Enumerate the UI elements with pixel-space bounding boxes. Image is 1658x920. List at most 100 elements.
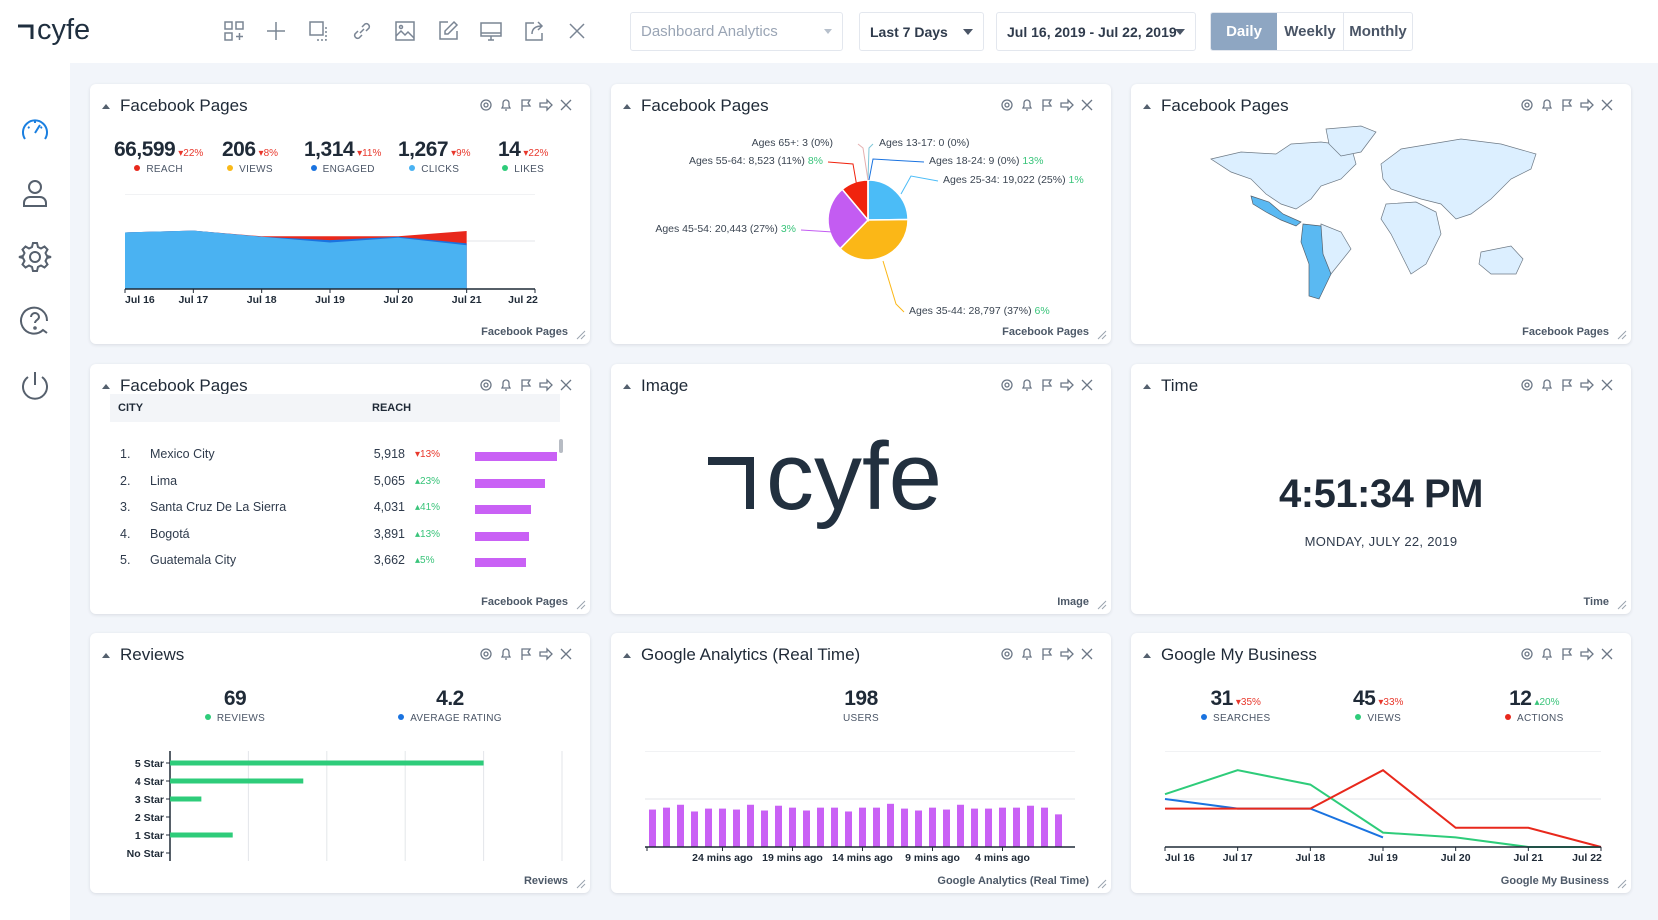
move-arrow-icon[interactable] — [1059, 377, 1075, 393]
gear-icon[interactable] — [478, 646, 494, 662]
collapse-caret-icon[interactable] — [1143, 103, 1151, 109]
date-range-select[interactable]: Jul 16, 2019 - Jul 22, 2019 — [996, 12, 1196, 51]
resize-handle-icon[interactable] — [1096, 329, 1107, 340]
close-dashboard-icon[interactable] — [564, 18, 590, 44]
range-select[interactable]: Last 7 Days — [859, 12, 984, 51]
close-icon[interactable] — [1599, 646, 1615, 662]
period-weekly-button[interactable]: Weekly — [1277, 13, 1344, 50]
resize-handle-icon[interactable] — [1616, 329, 1627, 340]
gear-icon[interactable] — [999, 377, 1015, 393]
column-header-city[interactable]: CITY — [118, 402, 143, 414]
bell-icon[interactable] — [1539, 646, 1555, 662]
flag-icon[interactable] — [518, 97, 534, 113]
resize-handle-icon[interactable] — [575, 599, 586, 610]
gear-icon[interactable] — [999, 97, 1015, 113]
bell-icon[interactable] — [1539, 97, 1555, 113]
table-row[interactable]: 2. Lima 5,065 ▴23% — [110, 469, 560, 495]
gear-icon[interactable] — [999, 646, 1015, 662]
bell-icon[interactable] — [1539, 377, 1555, 393]
table-row[interactable]: 3. Santa Cruz De La Sierra 4,031 ▴41% — [110, 495, 560, 521]
bell-icon[interactable] — [1019, 377, 1035, 393]
close-icon[interactable] — [558, 377, 574, 393]
edit-icon[interactable] — [435, 18, 461, 44]
flag-icon[interactable] — [1039, 646, 1055, 662]
gear-icon[interactable] — [17, 239, 53, 275]
gear-icon[interactable] — [478, 377, 494, 393]
collapse-caret-icon[interactable] — [102, 383, 110, 389]
kpi-label: ENGAGED — [322, 164, 375, 175]
bell-icon[interactable] — [1019, 97, 1035, 113]
resize-handle-icon[interactable] — [1616, 599, 1627, 610]
collapse-caret-icon[interactable] — [1143, 652, 1151, 658]
table-row[interactable]: 1. Mexico City 5,918 ▾13% — [110, 442, 560, 468]
x-tick-label: Jul 18 — [1295, 852, 1325, 864]
move-arrow-icon[interactable] — [1059, 97, 1075, 113]
move-arrow-icon[interactable] — [1059, 646, 1075, 662]
link-icon[interactable] — [349, 18, 375, 44]
user-icon[interactable] — [17, 175, 53, 211]
resize-handle-icon[interactable] — [575, 329, 586, 340]
close-icon[interactable] — [1079, 377, 1095, 393]
flag-icon[interactable] — [1559, 646, 1575, 662]
resize-handle-icon[interactable] — [1096, 599, 1107, 610]
close-icon[interactable] — [558, 97, 574, 113]
close-icon[interactable] — [1079, 97, 1095, 113]
duplicate-icon[interactable] — [306, 18, 332, 44]
column-header-reach[interactable]: REACH — [372, 402, 411, 414]
plus-icon[interactable] — [263, 18, 289, 44]
move-arrow-icon[interactable] — [1579, 97, 1595, 113]
share-icon[interactable] — [521, 18, 547, 44]
bell-icon[interactable] — [498, 377, 514, 393]
period-daily-button[interactable]: Daily — [1211, 13, 1277, 50]
cyfe-logo[interactable]: cyfe — [16, 6, 108, 56]
close-icon[interactable] — [1599, 97, 1615, 113]
move-arrow-icon[interactable] — [538, 646, 554, 662]
move-arrow-icon[interactable] — [538, 377, 554, 393]
scrollbar[interactable] — [559, 439, 563, 453]
close-icon[interactable] — [558, 646, 574, 662]
bar — [170, 778, 304, 784]
move-arrow-icon[interactable] — [1579, 377, 1595, 393]
gear-icon[interactable] — [1519, 97, 1535, 113]
move-arrow-icon[interactable] — [538, 97, 554, 113]
bell-icon[interactable] — [1019, 646, 1035, 662]
table-row[interactable]: 4. Bogotá 3,891 ▴13% — [110, 522, 560, 548]
flag-icon[interactable] — [1559, 377, 1575, 393]
dashboard-gauge-icon[interactable] — [17, 112, 53, 148]
period-monthly-button[interactable]: Monthly — [1344, 13, 1412, 50]
power-icon[interactable] — [17, 368, 53, 404]
flag-icon[interactable] — [1039, 377, 1055, 393]
gear-icon[interactable] — [1519, 646, 1535, 662]
flag-icon[interactable] — [1559, 97, 1575, 113]
collapse-caret-icon[interactable] — [102, 652, 110, 658]
flag-icon[interactable] — [518, 646, 534, 662]
collapse-caret-icon[interactable] — [1143, 383, 1151, 389]
collapse-caret-icon[interactable] — [623, 652, 631, 658]
dashboard-select[interactable]: Dashboard Analytics — [630, 12, 843, 51]
pie-label: Ages 25-34: 19,022 (25%) 1% — [943, 174, 1084, 186]
help-icon[interactable] — [17, 303, 53, 339]
x-tick-label: Jul 20 — [383, 294, 413, 306]
collapse-caret-icon[interactable] — [623, 383, 631, 389]
kpi-value: 69 — [223, 687, 247, 710]
gear-icon[interactable] — [478, 97, 494, 113]
collapse-caret-icon[interactable] — [623, 103, 631, 109]
move-arrow-icon[interactable] — [1579, 646, 1595, 662]
close-icon[interactable] — [1599, 377, 1615, 393]
bell-icon[interactable] — [498, 97, 514, 113]
resize-handle-icon[interactable] — [1096, 878, 1107, 889]
flag-icon[interactable] — [518, 377, 534, 393]
image-icon[interactable] — [392, 18, 418, 44]
resize-handle-icon[interactable] — [1616, 878, 1627, 889]
resize-handle-icon[interactable] — [575, 878, 586, 889]
monitor-icon[interactable] — [478, 18, 504, 44]
gear-icon[interactable] — [1519, 377, 1535, 393]
kpi-views: 206 ▾8% VIEWS — [222, 138, 278, 175]
collapse-caret-icon[interactable] — [102, 103, 110, 109]
widget-title: Facebook Pages — [1161, 96, 1289, 115]
add-widget-icon[interactable] — [221, 18, 247, 44]
table-row[interactable]: 5. Guatemala City 3,662 ▴5% — [110, 548, 560, 574]
close-icon[interactable] — [1079, 646, 1095, 662]
flag-icon[interactable] — [1039, 97, 1055, 113]
bell-icon[interactable] — [498, 646, 514, 662]
